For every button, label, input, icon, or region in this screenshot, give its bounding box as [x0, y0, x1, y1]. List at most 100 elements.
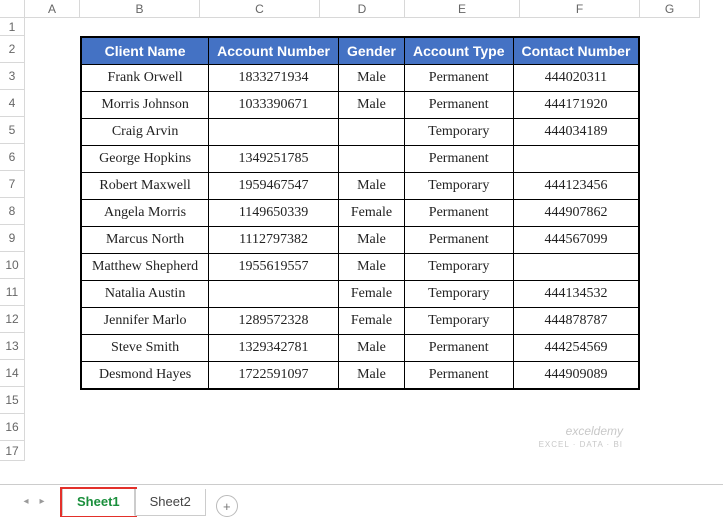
col-G[interactable]: G [640, 0, 700, 18]
th-contact-number[interactable]: Contact Number [513, 37, 639, 65]
row-12[interactable]: 12 [0, 306, 25, 333]
table-cell[interactable]: Male [338, 335, 404, 362]
row-2[interactable]: 2 [0, 36, 25, 63]
table-cell[interactable]: 1349251785 [209, 146, 339, 173]
row-13[interactable]: 13 [0, 333, 25, 360]
table-cell[interactable]: 1289572328 [209, 308, 339, 335]
table-cell[interactable]: Male [338, 173, 404, 200]
table-cell[interactable] [338, 146, 404, 173]
table-cell[interactable]: 444034189 [513, 119, 639, 146]
row-6[interactable]: 6 [0, 144, 25, 171]
table-cell[interactable]: Permanent [404, 65, 513, 92]
row-8[interactable]: 8 [0, 198, 25, 225]
th-client-name[interactable]: Client Name [81, 37, 209, 65]
table-cell[interactable]: Craig Arvin [81, 119, 209, 146]
table-row: Jennifer Marlo1289572328FemaleTemporary4… [81, 308, 639, 335]
table-cell[interactable]: Male [338, 65, 404, 92]
table-cell[interactable]: Male [338, 254, 404, 281]
table-cell[interactable] [209, 281, 339, 308]
row-9[interactable]: 9 [0, 225, 25, 252]
table-cell[interactable]: Temporary [404, 254, 513, 281]
table-cell[interactable]: 444134532 [513, 281, 639, 308]
table-cell[interactable]: Male [338, 362, 404, 389]
table-cell[interactable]: 444907862 [513, 200, 639, 227]
table-cell[interactable]: Permanent [404, 146, 513, 173]
table-cell[interactable]: 444123456 [513, 173, 639, 200]
table-cell[interactable] [338, 119, 404, 146]
table-cell[interactable]: 444020311 [513, 65, 639, 92]
table-cell[interactable]: Marcus North [81, 227, 209, 254]
th-account-number[interactable]: Account Number [209, 37, 339, 65]
col-E[interactable]: E [405, 0, 520, 18]
table-cell[interactable]: Jennifer Marlo [81, 308, 209, 335]
table-cell[interactable]: Permanent [404, 362, 513, 389]
table-cell[interactable]: Matthew Shepherd [81, 254, 209, 281]
th-account-type[interactable]: Account Type [404, 37, 513, 65]
table-cell[interactable]: Desmond Hayes [81, 362, 209, 389]
table-cell[interactable]: 1833271934 [209, 65, 339, 92]
table-cell[interactable]: 444878787 [513, 308, 639, 335]
row-1[interactable]: 1 [0, 18, 25, 36]
table-cell[interactable]: 1955619557 [209, 254, 339, 281]
add-sheet-button[interactable]: + [216, 495, 238, 517]
tab-nav-next-icon[interactable]: ▸ [34, 493, 50, 509]
table-cell[interactable]: 444254569 [513, 335, 639, 362]
table-cell[interactable]: 444567099 [513, 227, 639, 254]
client-data-table[interactable]: Client Name Account Number Gender Accoun… [80, 36, 640, 390]
row-16[interactable]: 16 [0, 414, 25, 441]
table-cell[interactable]: Permanent [404, 227, 513, 254]
table-cell[interactable]: Permanent [404, 200, 513, 227]
row-5[interactable]: 5 [0, 117, 25, 144]
row-3[interactable]: 3 [0, 63, 25, 90]
th-gender[interactable]: Gender [338, 37, 404, 65]
tab-sheet2[interactable]: Sheet2 [135, 489, 206, 516]
col-C[interactable]: C [200, 0, 320, 18]
table-cell[interactable]: Robert Maxwell [81, 173, 209, 200]
table-cell[interactable]: George Hopkins [81, 146, 209, 173]
table-row: Marcus North1112797382MalePermanent44456… [81, 227, 639, 254]
table-cell[interactable]: Female [338, 308, 404, 335]
table-cell[interactable]: Temporary [404, 173, 513, 200]
table-cell[interactable] [513, 146, 639, 173]
row-17[interactable]: 17 [0, 441, 25, 461]
table-cell[interactable] [513, 254, 639, 281]
row-11[interactable]: 11 [0, 279, 25, 306]
table-cell[interactable] [209, 119, 339, 146]
col-A[interactable]: A [25, 0, 80, 18]
table-cell[interactable]: Male [338, 92, 404, 119]
table-cell[interactable]: 1959467547 [209, 173, 339, 200]
tab-nav-prev-icon[interactable]: ◂ [18, 493, 34, 509]
table-cell[interactable]: Female [338, 200, 404, 227]
table-cell[interactable]: 1112797382 [209, 227, 339, 254]
table-cell[interactable]: Permanent [404, 335, 513, 362]
table-cell[interactable]: Steve Smith [81, 335, 209, 362]
tab-sheet1[interactable]: Sheet1 [62, 489, 135, 516]
select-all-corner[interactable] [0, 0, 25, 18]
table-cell[interactable]: Natalia Austin [81, 281, 209, 308]
table-cell[interactable]: Male [338, 227, 404, 254]
table-cell[interactable]: Frank Orwell [81, 65, 209, 92]
table-cell[interactable]: 1149650339 [209, 200, 339, 227]
table-cell[interactable]: Temporary [404, 281, 513, 308]
table-cell[interactable]: 1722591097 [209, 362, 339, 389]
col-F[interactable]: F [520, 0, 640, 18]
table-cell[interactable]: Morris Johnson [81, 92, 209, 119]
table-cell[interactable]: 444171920 [513, 92, 639, 119]
table-cell[interactable]: Angela Morris [81, 200, 209, 227]
table-cell[interactable]: Permanent [404, 92, 513, 119]
col-B[interactable]: B [80, 0, 200, 18]
col-D[interactable]: D [320, 0, 405, 18]
table-cell[interactable]: 444909089 [513, 362, 639, 389]
table-cell[interactable]: Temporary [404, 308, 513, 335]
row-7[interactable]: 7 [0, 171, 25, 198]
table-cell[interactable]: 1329342781 [209, 335, 339, 362]
row-headers: 1 2 3 4 5 6 7 8 9 10 11 12 13 14 15 16 1… [0, 18, 25, 461]
row-15[interactable]: 15 [0, 387, 25, 414]
row-14[interactable]: 14 [0, 360, 25, 387]
table-row: George Hopkins1349251785 Permanent [81, 146, 639, 173]
table-cell[interactable]: 1033390671 [209, 92, 339, 119]
table-cell[interactable]: Female [338, 281, 404, 308]
table-cell[interactable]: Temporary [404, 119, 513, 146]
row-10[interactable]: 10 [0, 252, 25, 279]
row-4[interactable]: 4 [0, 90, 25, 117]
